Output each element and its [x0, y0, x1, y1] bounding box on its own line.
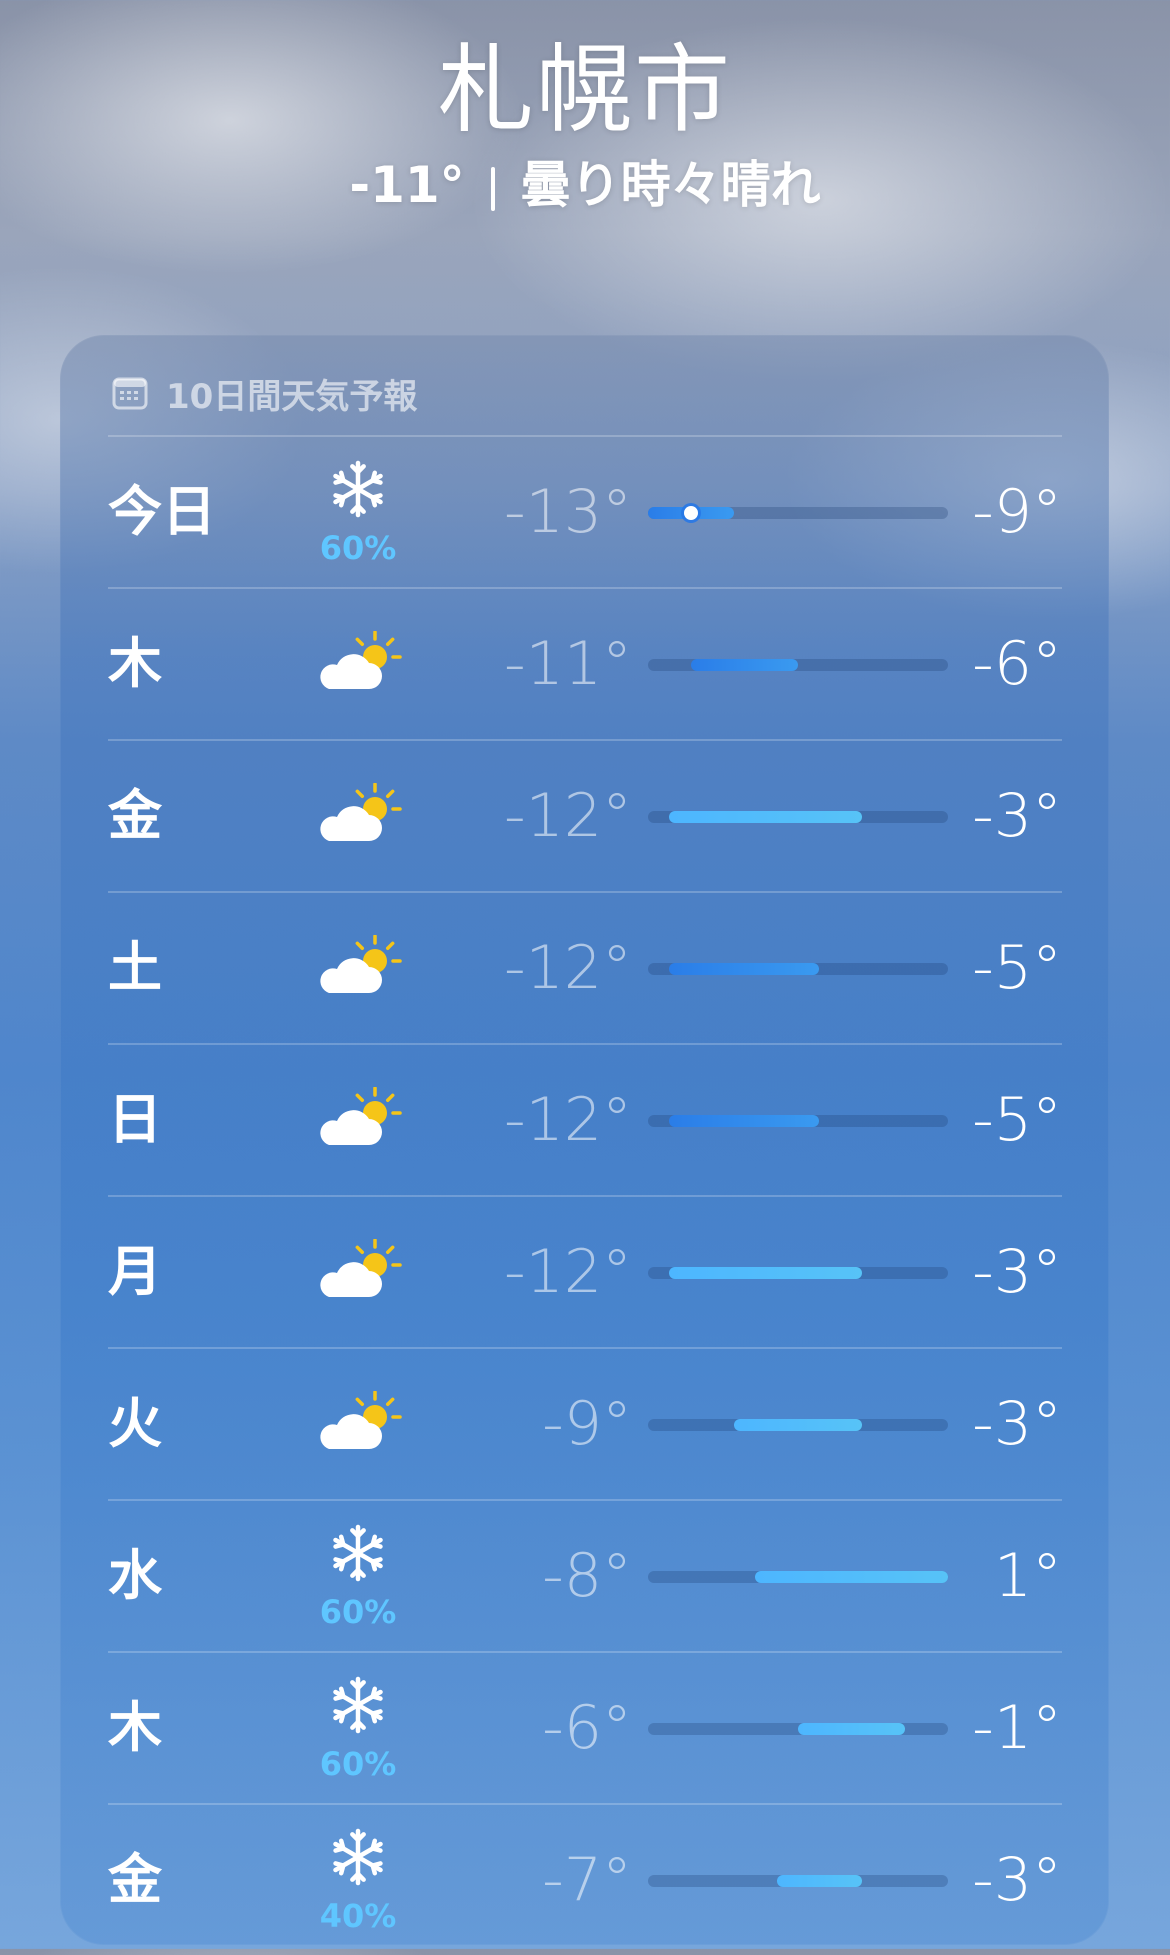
high-temperature: -3°	[972, 1389, 1062, 1459]
forecast-row[interactable]: 火 -9° -3°	[108, 1347, 1062, 1499]
day-label: 土	[108, 936, 162, 999]
temperature-range-bar	[648, 1571, 948, 1583]
temperature-range-bar	[648, 1875, 948, 1887]
high-temperature: 1°	[993, 1541, 1062, 1611]
weather-icon	[303, 1197, 413, 1347]
temperature-range-fill	[669, 1267, 863, 1279]
current-temperature: -11°	[349, 156, 465, 214]
low-temperature: -8°	[542, 1541, 632, 1611]
temperature-range-fill	[755, 1571, 948, 1583]
low-temperature: -12°	[504, 1085, 632, 1155]
low-temperature: -6°	[542, 1693, 632, 1763]
day-label: 金	[108, 1848, 162, 1911]
partly-cloudy-icon	[320, 631, 402, 689]
temperature-range-bar	[648, 506, 948, 520]
temperature-range-fill	[669, 1115, 820, 1127]
day-label: 木	[108, 1696, 162, 1759]
precipitation-chance: 60%	[319, 529, 397, 567]
forecast-rows: 今日 60% -13° -9° 木 -11° -6° 金 -12° -3° 土 -12° -5° 日…	[108, 435, 1062, 1955]
weather-icon	[303, 741, 413, 891]
forecast-row[interactable]: 木 60% -6° -1°	[108, 1651, 1062, 1803]
partly-cloudy-icon	[320, 1087, 402, 1145]
current-condition: 曇り時々晴れ	[520, 156, 821, 214]
temperature-range-bar	[648, 1267, 948, 1279]
low-temperature: -12°	[504, 781, 632, 851]
forecast-row[interactable]: 金 40% -7° -3°	[108, 1803, 1062, 1955]
high-temperature: -6°	[972, 629, 1062, 699]
forecast-row[interactable]: 水 60% -8° 1°	[108, 1499, 1062, 1651]
high-temperature: -3°	[972, 1237, 1062, 1307]
temperature-range-bar	[648, 1419, 948, 1431]
forecast-row[interactable]: 土 -12° -5°	[108, 891, 1062, 1043]
temperature-range-fill	[669, 811, 863, 823]
weather-icon: 60%	[303, 1653, 413, 1803]
forecast-row[interactable]: 今日 60% -13° -9°	[108, 435, 1062, 587]
low-temperature: -9°	[542, 1389, 632, 1459]
high-temperature: -3°	[972, 1845, 1062, 1915]
current-conditions: -11° 曇り時々晴れ	[0, 150, 1170, 220]
temperature-range-bar	[648, 811, 948, 823]
weather-icon	[303, 1349, 413, 1499]
day-label: 火	[108, 1392, 162, 1455]
temperature-range-bar	[648, 659, 948, 671]
forecast-row[interactable]: 日 -12° -5°	[108, 1043, 1062, 1195]
weather-icon: 40%	[303, 1805, 413, 1955]
forecast-row[interactable]: 金 -12° -3°	[108, 739, 1062, 891]
low-temperature: -11°	[504, 629, 632, 699]
day-label: 水	[108, 1544, 162, 1607]
snowflake-icon	[333, 1676, 383, 1734]
temperature-range-fill	[669, 963, 820, 975]
weather-icon	[303, 1045, 413, 1195]
day-label: 日	[108, 1088, 162, 1151]
precipitation-chance: 60%	[319, 1745, 397, 1783]
current-temperature-dot	[683, 506, 698, 520]
temperature-range-fill	[798, 1723, 906, 1735]
snowflake-icon	[333, 1828, 383, 1886]
partly-cloudy-icon	[320, 1239, 402, 1297]
location-header: 札幌市 -11° 曇り時々晴れ	[0, 30, 1170, 220]
ten-day-forecast-card[interactable]: 10日間天気予報 今日 60% -13° -9° 木 -11° -6° 金 -12° -3° 土…	[60, 335, 1109, 1945]
temperature-range-bar	[648, 1723, 948, 1735]
low-temperature: -12°	[504, 933, 632, 1003]
temperature-range-fill	[776, 1875, 863, 1887]
low-temperature: -13°	[504, 477, 632, 547]
day-label: 今日	[108, 480, 216, 543]
partly-cloudy-icon	[320, 935, 402, 993]
forecast-card-header: 10日間天気予報	[112, 373, 417, 417]
snowflake-icon	[333, 1524, 383, 1582]
temperature-range-bar	[648, 1115, 948, 1127]
high-temperature: -5°	[972, 933, 1062, 1003]
day-label: 木	[108, 632, 162, 695]
separator	[490, 166, 495, 211]
weather-icon: 60%	[303, 1501, 413, 1651]
partly-cloudy-icon	[320, 1391, 402, 1449]
forecast-title: 10日間天気予報	[166, 376, 418, 417]
snowflake-icon	[333, 460, 383, 518]
weather-icon	[303, 589, 413, 739]
precipitation-chance: 40%	[319, 1897, 397, 1935]
weather-icon: 60%	[303, 437, 413, 587]
temperature-range-fill	[733, 1419, 863, 1431]
precipitation-chance: 60%	[319, 1593, 397, 1631]
forecast-row[interactable]: 木 -11° -6°	[108, 587, 1062, 739]
day-label: 月	[108, 1240, 162, 1303]
low-temperature: -7°	[542, 1845, 632, 1915]
temperature-range-bar	[648, 963, 948, 975]
high-temperature: -9°	[972, 477, 1062, 547]
forecast-row[interactable]: 月 -12° -3°	[108, 1195, 1062, 1347]
high-temperature: -1°	[972, 1693, 1062, 1763]
low-temperature: -12°	[504, 1237, 632, 1307]
partly-cloudy-icon	[320, 783, 402, 841]
high-temperature: -5°	[972, 1085, 1062, 1155]
temperature-range-fill	[690, 659, 798, 671]
day-label: 金	[108, 784, 162, 847]
city-name: 札幌市	[438, 34, 732, 146]
high-temperature: -3°	[972, 781, 1062, 851]
weather-icon	[303, 893, 413, 1043]
calendar-icon	[112, 377, 148, 410]
